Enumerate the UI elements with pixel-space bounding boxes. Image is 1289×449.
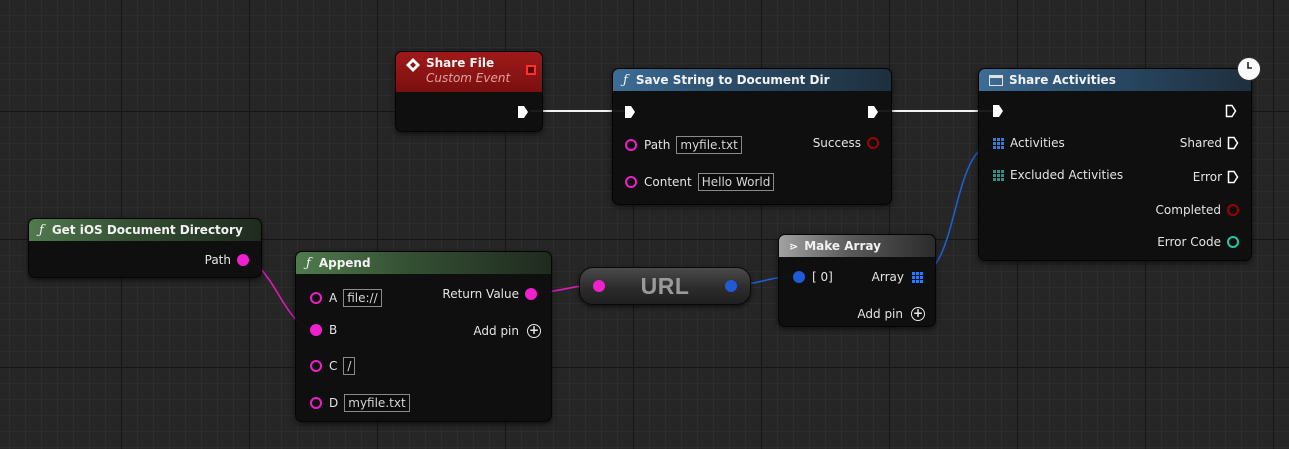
d-field[interactable]: myfile.txt: [344, 394, 410, 412]
path-out-pin[interactable]: [237, 254, 249, 266]
exec-out-pin[interactable]: [517, 105, 529, 119]
c-label: C: [329, 359, 338, 373]
add-pin-plus-icon[interactable]: +: [911, 307, 925, 321]
append-add-pin-label: Add pin: [473, 324, 519, 338]
a-field[interactable]: file://: [343, 289, 382, 307]
array-out-label: Array: [871, 270, 904, 284]
function-icon: ƒ: [623, 72, 628, 88]
content-pin[interactable]: [625, 176, 637, 188]
path-label: Path: [644, 138, 671, 152]
share-file-event-node[interactable]: Share File Custom Event: [395, 51, 543, 132]
path-field[interactable]: myfile.txt: [676, 136, 742, 154]
shared-label: Shared: [1179, 136, 1222, 150]
append-node[interactable]: ƒ Append A file:// B C / D myfile.txt Re…: [295, 251, 552, 422]
append-header: ƒ Append: [296, 252, 551, 274]
d-pin[interactable]: [310, 397, 322, 409]
share-file-header: Share File Custom Event: [396, 52, 542, 92]
return-value-label: Return Value: [442, 287, 519, 301]
exec-out-pin[interactable]: [1225, 104, 1237, 118]
share-activities-header: Share Activities: [979, 69, 1251, 91]
path-row: Path myfile.txt: [625, 136, 742, 154]
function-icon: ƒ: [39, 222, 44, 238]
path-out-row: Path: [205, 253, 249, 267]
success-pin[interactable]: [867, 137, 879, 149]
add-pin-plus-icon[interactable]: +: [527, 324, 541, 338]
content-label: Content: [644, 175, 692, 189]
event-diamond-icon: [406, 58, 420, 72]
save-string-node[interactable]: ƒ Save String to Document Dir Path myfil…: [612, 68, 892, 205]
index-pin[interactable]: [793, 271, 805, 283]
success-label: Success: [812, 136, 861, 150]
array-pin-icon[interactable]: [912, 271, 923, 283]
index-label: [ 0]: [812, 270, 833, 284]
exec-in-pin[interactable]: [992, 104, 1004, 118]
make-array-header: ⋗ Make Array: [779, 235, 935, 257]
error-label: Error: [1192, 170, 1222, 184]
d-row: D myfile.txt: [310, 394, 410, 412]
url-variable-node[interactable]: URL: [579, 267, 751, 305]
index-row: [ 0]: [793, 270, 833, 284]
make-array-add-pin-label: Add pin: [857, 307, 903, 321]
make-array-icon: ⋗: [789, 239, 799, 253]
path-out-label: Path: [204, 253, 231, 267]
get-ios-dir-header: ƒ Get iOS Document Directory: [29, 219, 261, 241]
return-value-pin[interactable]: [525, 288, 537, 300]
b-pin[interactable]: [310, 324, 322, 336]
activities-row: Activities: [993, 136, 1065, 150]
share-file-subtitle: Custom Event: [426, 71, 511, 85]
get-ios-document-directory-node[interactable]: ƒ Get iOS Document Directory Path: [28, 218, 262, 278]
completed-label: Completed: [1155, 203, 1221, 217]
exec-out-pin[interactable]: [1227, 136, 1239, 150]
url-out-pin[interactable]: [725, 280, 737, 292]
array-out-row: Array: [872, 270, 923, 284]
append-title: Append: [318, 256, 371, 270]
share-file-title: Share File: [426, 56, 495, 70]
success-row: Success: [813, 136, 879, 150]
make-array-node[interactable]: ⋗ Make Array [ 0] Array Add pin +: [778, 234, 936, 327]
excluded-label: Excluded Activities: [1010, 168, 1124, 182]
return-value-row: Return Value: [442, 287, 537, 301]
b-row: B: [310, 323, 337, 337]
event-delegate-pin[interactable]: [526, 65, 536, 75]
excluded-row: Excluded Activities: [993, 168, 1123, 182]
make-array-title: Make Array: [804, 239, 881, 253]
function-icon: ƒ: [306, 255, 311, 271]
completed-pin[interactable]: [1227, 204, 1239, 216]
completed-row: Completed: [1156, 203, 1239, 217]
append-add-pin-row[interactable]: Add pin +: [473, 324, 541, 338]
array-pin-icon[interactable]: [993, 137, 1004, 149]
b-label: B: [329, 323, 338, 337]
exec-out-pin[interactable]: [867, 105, 879, 119]
error-row: Error: [1193, 170, 1239, 184]
c-pin[interactable]: [310, 360, 322, 372]
a-row: A file://: [310, 289, 382, 307]
share-activities-node[interactable]: Share Activities Activities Excluded Act…: [978, 57, 1261, 261]
exec-out-pin[interactable]: [1227, 170, 1239, 184]
d-label: D: [329, 396, 339, 410]
error-code-row: Error Code: [1157, 235, 1239, 249]
activities-label: Activities: [1010, 136, 1065, 150]
window-icon: [989, 74, 1003, 86]
make-array-add-pin-row[interactable]: Add pin +: [857, 307, 925, 321]
content-field[interactable]: Hello World: [697, 173, 775, 191]
shared-row: Shared: [1180, 136, 1239, 150]
content-row: Content Hello World: [625, 173, 775, 191]
get-ios-dir-title: Get iOS Document Directory: [51, 223, 243, 237]
error-code-pin[interactable]: [1227, 236, 1239, 248]
path-pin[interactable]: [625, 139, 637, 151]
save-string-title: Save String to Document Dir: [635, 73, 830, 87]
a-label: A: [329, 291, 338, 305]
save-string-header: ƒ Save String to Document Dir: [613, 69, 891, 91]
array-pin-icon[interactable]: [993, 169, 1004, 181]
error-code-label: Error Code: [1157, 235, 1221, 249]
share-activities-title: Share Activities: [1009, 73, 1116, 87]
c-field[interactable]: /: [343, 357, 356, 375]
exec-in-pin[interactable]: [624, 105, 636, 119]
a-pin[interactable]: [310, 292, 322, 304]
latent-clock-icon: [1237, 57, 1261, 81]
c-row: C /: [310, 357, 356, 375]
